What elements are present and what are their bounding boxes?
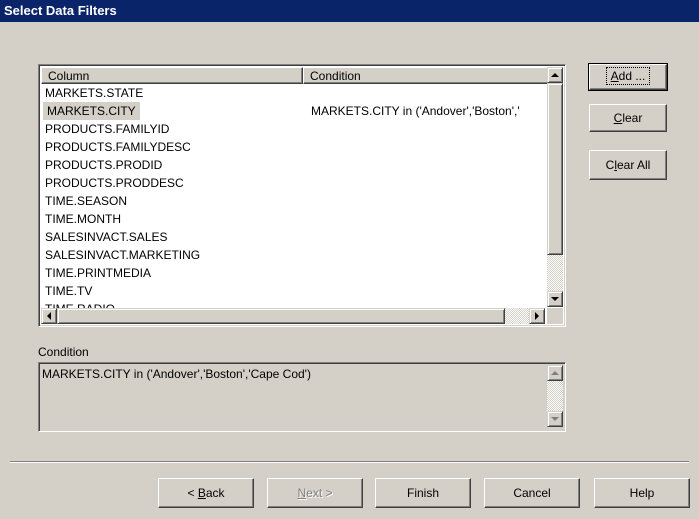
footer-separator (10, 461, 689, 463)
column-cell: MARKETS.STATE (45, 86, 144, 100)
help-button[interactable]: Help (594, 478, 690, 508)
next-button[interactable]: Next > (267, 478, 363, 508)
condition-cell: MARKETS.CITY in ('Andover','Boston',' (311, 104, 520, 118)
filter-list[interactable]: Column Condition MARKETS.STATE MARKETS.CI… (38, 64, 566, 327)
column-cell: TIME.RADIO (45, 300, 115, 308)
column-header-column[interactable]: Column (41, 67, 303, 84)
add-button[interactable]: Add ... (588, 63, 668, 91)
vertical-scroll-track[interactable] (547, 255, 563, 291)
cancel-button[interactable]: Cancel (484, 478, 580, 508)
column-cell: TIME.PRINTMEDIA (45, 266, 152, 280)
clear-button[interactable]: Clear (589, 104, 667, 132)
list-row[interactable]: SALESINVACT.SALES (41, 228, 547, 246)
condition-scroll-track[interactable] (547, 381, 563, 411)
arrow-right-icon (535, 311, 539, 320)
arrow-left-icon (47, 311, 51, 320)
list-row[interactable]: TIME.SEASON (41, 192, 547, 210)
arrow-down-icon (551, 416, 559, 421)
column-cell: TIME.SEASON (45, 194, 128, 208)
list-header: Column Condition (41, 67, 549, 84)
column-cell: SALESINVACT.SALES (45, 230, 168, 244)
vertical-scroll-thumb[interactable] (547, 83, 563, 255)
clear-all-button[interactable]: Clear All (589, 150, 667, 180)
horizontal-scroll-thumb[interactable] (57, 308, 505, 324)
scroll-right-button[interactable] (529, 308, 545, 324)
list-row[interactable]: SALESINVACT.MARKETING (41, 246, 547, 264)
list-rows: MARKETS.STATE MARKETS.CITY MARKETS.CITY in… (41, 84, 547, 308)
column-cell: TIME.MONTH (45, 212, 121, 226)
window-title: Select Data Filters (0, 0, 699, 22)
horizontal-scroll-track[interactable] (505, 308, 529, 324)
scroll-down-button[interactable] (547, 291, 563, 307)
scroll-up-button[interactable] (547, 67, 563, 83)
list-row[interactable]: TIME.TV (41, 282, 547, 300)
condition-scroll-down-button[interactable] (547, 411, 563, 427)
condition-label: Condition (38, 345, 89, 359)
condition-text: MARKETS.CITY in ('Andover','Boston','Cap… (42, 367, 311, 381)
condition-scroll-up-button[interactable] (547, 365, 563, 381)
scroll-left-button[interactable] (41, 308, 57, 324)
list-row[interactable]: MARKETS.STATE (41, 84, 547, 102)
column-cell: PRODUCTS.PRODDESC (45, 176, 184, 190)
column-cell: PRODUCTS.PRODID (45, 158, 163, 172)
column-cell: TIME.TV (45, 284, 93, 298)
finish-button[interactable]: Finish (375, 478, 471, 508)
list-row[interactable]: PRODUCTS.FAMILYDESC (41, 138, 547, 156)
list-row[interactable]: PRODUCTS.PRODID (41, 156, 547, 174)
column-cell: PRODUCTS.FAMILYDESC (45, 140, 191, 154)
arrow-up-icon (551, 370, 559, 375)
condition-textbox[interactable]: MARKETS.CITY in ('Andover','Boston','Cap… (38, 362, 566, 432)
column-cell: SALESINVACT.MARKETING (45, 248, 201, 262)
list-row[interactable]: TIME.PRINTMEDIA (41, 264, 547, 282)
back-button[interactable]: < Back (158, 478, 254, 508)
list-row[interactable]: MARKETS.CITY MARKETS.CITY in ('Andover','… (41, 102, 547, 120)
arrow-down-icon (551, 296, 559, 301)
list-row[interactable]: TIME.MONTH (41, 210, 547, 228)
list-row[interactable]: PRODUCTS.PRODDESC (41, 174, 547, 192)
column-cell: PRODUCTS.FAMILYID (45, 122, 170, 136)
list-row[interactable]: TIME.RADIO (41, 300, 547, 308)
scroll-corner (547, 308, 563, 324)
column-header-condition[interactable]: Condition (303, 67, 549, 84)
list-row[interactable]: PRODUCTS.FAMILYID (41, 120, 547, 138)
column-cell: MARKETS.CITY (43, 102, 140, 120)
arrow-up-icon (551, 72, 559, 77)
